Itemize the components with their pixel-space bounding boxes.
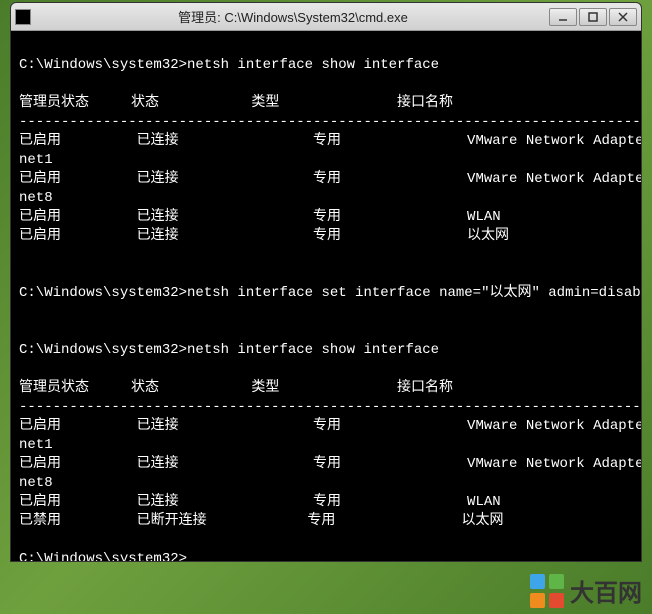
cmd-window: 管理员: C:\Windows\System32\cmd.exe C:\Wind… bbox=[10, 2, 642, 562]
minimize-button[interactable] bbox=[549, 8, 577, 26]
window-controls bbox=[549, 8, 637, 26]
maximize-button[interactable] bbox=[579, 8, 607, 26]
titlebar[interactable]: 管理员: C:\Windows\System32\cmd.exe bbox=[11, 3, 641, 31]
watermark-text: 大百网 bbox=[570, 573, 642, 608]
window-title: 管理员: C:\Windows\System32\cmd.exe bbox=[37, 7, 549, 26]
cmd-icon bbox=[15, 9, 31, 25]
terminal-output[interactable]: C:\Windows\system32>netsh interface show… bbox=[11, 31, 641, 561]
logo-icon bbox=[530, 574, 564, 608]
close-button[interactable] bbox=[609, 8, 637, 26]
watermark: 大百网 bbox=[530, 573, 642, 608]
